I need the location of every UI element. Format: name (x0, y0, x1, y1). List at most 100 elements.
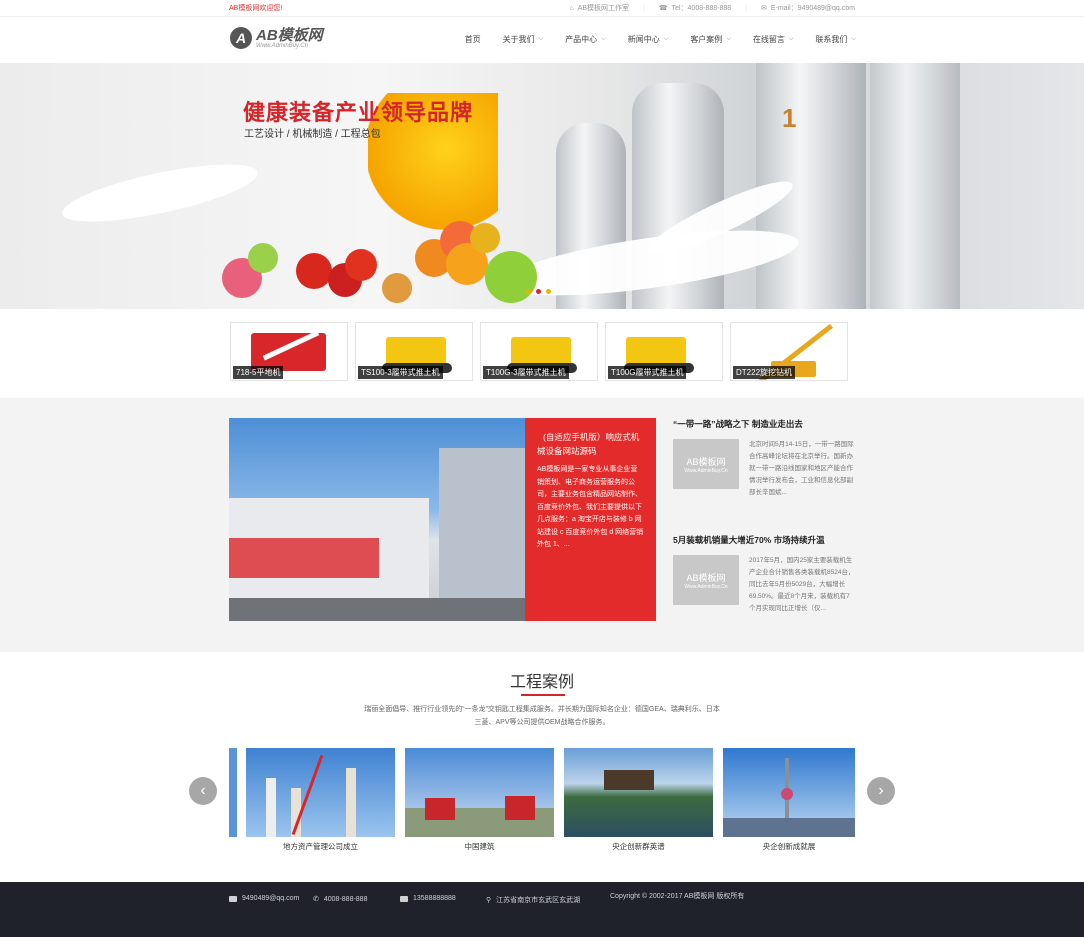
nav-item-home[interactable]: 首页 (465, 34, 481, 45)
nav-label: 关于我们 (502, 35, 535, 44)
apricot-fruit (382, 273, 412, 303)
cases-title: 工程案例 (509, 674, 574, 691)
feature-section: (自适应手机版）响应式机械设备网站源码 AB模板网是一家专业从事企业营销策划、电… (0, 398, 1084, 652)
case-card[interactable]: 中国建筑 (405, 748, 554, 852)
footer: 9490489@qq.com ✆ 4008-888-888 13588888888… (0, 882, 1084, 937)
news-thumb: AB模板网 Www.AdminBuy.Cn (673, 439, 739, 489)
gate (229, 598, 525, 621)
home-icon: ⌂ (569, 4, 574, 12)
tower-sphere (781, 788, 793, 800)
chevron-down-icon: ⌵ (663, 36, 669, 42)
apple-fruit (248, 243, 278, 273)
email-label: E-mail：9490489@qq.com (770, 5, 855, 12)
footer-mobile-text: 13588888888 (413, 895, 456, 902)
product-label: TS100-3履带式推土机 (358, 366, 443, 379)
hero-banner[interactable]: 1 健康装备产业领导品牌 工艺设计 / 机械制造 / 工程总包 (0, 63, 1084, 309)
message-icon (400, 895, 408, 902)
chevron-down-icon: ⌵ (601, 36, 606, 42)
product-label: DT222旋挖钻机 (733, 366, 796, 379)
footer-email[interactable]: 9490489@qq.com (229, 895, 299, 902)
tel-info: ☎ Tel：4008-888-888 (659, 3, 731, 13)
feature-card[interactable]: (自适应手机版）响应式机械设备网站源码 AB模板网是一家专业从事企业营销策划、电… (525, 418, 656, 621)
nav-item-about[interactable]: 关于我们 ⌵ (503, 34, 544, 45)
email-info: ✉ E-mail：9490489@qq.com (761, 3, 855, 13)
news-item[interactable]: 5月装载机销量大增近70% 市场持续升温 AB模板网 Www.AdminBuy.C… (673, 534, 855, 612)
news-title: “一带一路”战略之下 制造业走出去 (673, 419, 803, 429)
case-card[interactable]: 央企创新群英谱 (564, 748, 713, 852)
divider: | (643, 4, 645, 12)
case-peek-image (229, 748, 237, 837)
nav-label: 联系我们 (815, 35, 848, 44)
nav-label: 新闻中心 (627, 35, 660, 44)
nav-item-contact[interactable]: 联系我们 ⌵ (815, 34, 856, 45)
logo[interactable]: A AB模板网 Www.AdminBuy.Cn (230, 27, 323, 49)
logo-name: AB模板网 (256, 26, 323, 44)
case-label: 地方资产管理公司成立 (283, 842, 358, 851)
page: AB模板网欢迎您! ⌂ AB模板网工作室 | ☎ Tel：4008-888-888 … (0, 0, 1084, 937)
product-card[interactable]: 718-5平地机 (230, 322, 348, 381)
product-card[interactable]: T100G履带式推土机 (605, 322, 723, 381)
red-stripe (229, 538, 379, 578)
main-nav: 首页 关于我们 ⌵ 产品中心 ⌵ 新闻中心 ⌵ 客户案例 ⌵ 在线留言 ⌵ 联系我们 ⌵ (443, 34, 856, 45)
mail-icon (229, 895, 237, 902)
slider-dots (526, 289, 551, 294)
slider-dot-active[interactable] (536, 289, 541, 294)
pillar (266, 778, 276, 837)
nav-label: 产品中心 (565, 35, 598, 44)
header: A AB模板网 Www.AdminBuy.Cn 首页 关于我们 ⌵ 产品中心 ⌵ 新… (0, 17, 1084, 63)
crane-truck (505, 796, 535, 820)
chevron-down-icon: ⌵ (538, 36, 544, 42)
banner-title: 健康装备产业领导品牌 (243, 100, 474, 125)
feature-title: (自适应手机版）响应式机械设备网站源码 (537, 432, 640, 456)
news-thumb: AB模板网 Www.AdminBuy.Cn (673, 555, 739, 605)
product-card[interactable]: DT222旋挖钻机 (730, 322, 848, 381)
pineapple-fruit (470, 223, 500, 253)
tomato-fruit (345, 249, 377, 281)
product-card[interactable]: T100G-3履带式推土机 (480, 322, 598, 381)
case-image (405, 748, 554, 837)
case-card[interactable]: 央企创新成就展 (723, 748, 855, 852)
footer-mobile[interactable]: 13588888888 (400, 895, 456, 902)
thumb-text: AB模板网 (686, 456, 726, 467)
case-label: 央企创新成就展 (762, 842, 816, 851)
skyline (723, 818, 855, 837)
thumb-url: Www.AdminBuy.Cn (684, 467, 728, 474)
chevron-down-icon: ⌵ (851, 36, 856, 42)
prev-arrow-icon[interactable]: ‹ (189, 777, 217, 805)
news-item[interactable]: “一带一路”战略之下 制造业走出去 AB模板网 Www.AdminBuy.Cn 北… (673, 418, 855, 496)
case-label: 央企创新群英谱 (612, 842, 665, 851)
product-strip: 718-5平地机 TS100-3履带式推土机 T100G-3履带式推土机 T10… (230, 322, 848, 381)
news-desc: 2017年5月，国内25家主要装载机生产企业合计销售各类装载机8524台，同比去… (749, 557, 855, 612)
banner-subtitle: 工艺设计 / 机械制造 / 工程总包 (244, 129, 381, 140)
footer-tel-text: 4008-888-888 (323, 895, 368, 903)
thumb-text: AB模板网 (686, 572, 726, 583)
slider-dot[interactable] (546, 289, 551, 294)
studio-info: ⌂ AB模板网工作室 (569, 3, 629, 13)
feature-image[interactable] (229, 418, 525, 621)
mail-icon: ✉ (760, 5, 767, 12)
nav-label: 在线留言 (752, 35, 785, 44)
nav-item-message[interactable]: 在线留言 ⌵ (753, 34, 794, 45)
nav-label: 客户案例 (690, 35, 723, 44)
title-underline (521, 694, 565, 696)
pavilion (604, 770, 654, 790)
cases-desc: 瑞丽全面倡导、推行行业领先的“一条龙”交钥匙工程集成服务。并长期为国际知名企业：… (364, 706, 720, 726)
pillar (346, 768, 356, 837)
welcome-text: AB模板网欢迎您! (229, 5, 283, 12)
nav-item-news[interactable]: 新闻中心 ⌵ (628, 34, 669, 45)
next-arrow-icon[interactable]: › (867, 777, 895, 805)
chevron-down-icon: ⌵ (788, 36, 794, 42)
news-desc: 北京时间5月14-15日，一带一路国际合作高峰论坛将在北京举行。国新办就一带一路… (749, 441, 854, 496)
tower-building (439, 448, 525, 621)
product-label: T100G履带式推土机 (608, 366, 687, 379)
footer-address: ⚲ 江苏省南京市玄武区玄武湖 (486, 895, 580, 905)
nav-item-cases[interactable]: 客户案例 ⌵ (690, 34, 731, 45)
studio-label: AB模板网工作室 (577, 5, 630, 12)
case-card[interactable]: 地方资产管理公司成立 (246, 748, 395, 852)
nav-item-products[interactable]: 产品中心 ⌵ (565, 34, 606, 45)
product-card[interactable]: TS100-3履带式推土机 (355, 322, 473, 381)
slider-dot[interactable] (526, 289, 531, 294)
milk-splash (58, 152, 262, 234)
copyright: Copyright © 2002-2017 AB模板网 版权所有 (610, 893, 745, 900)
footer-tel[interactable]: ✆ 4008-888-888 (313, 895, 368, 904)
